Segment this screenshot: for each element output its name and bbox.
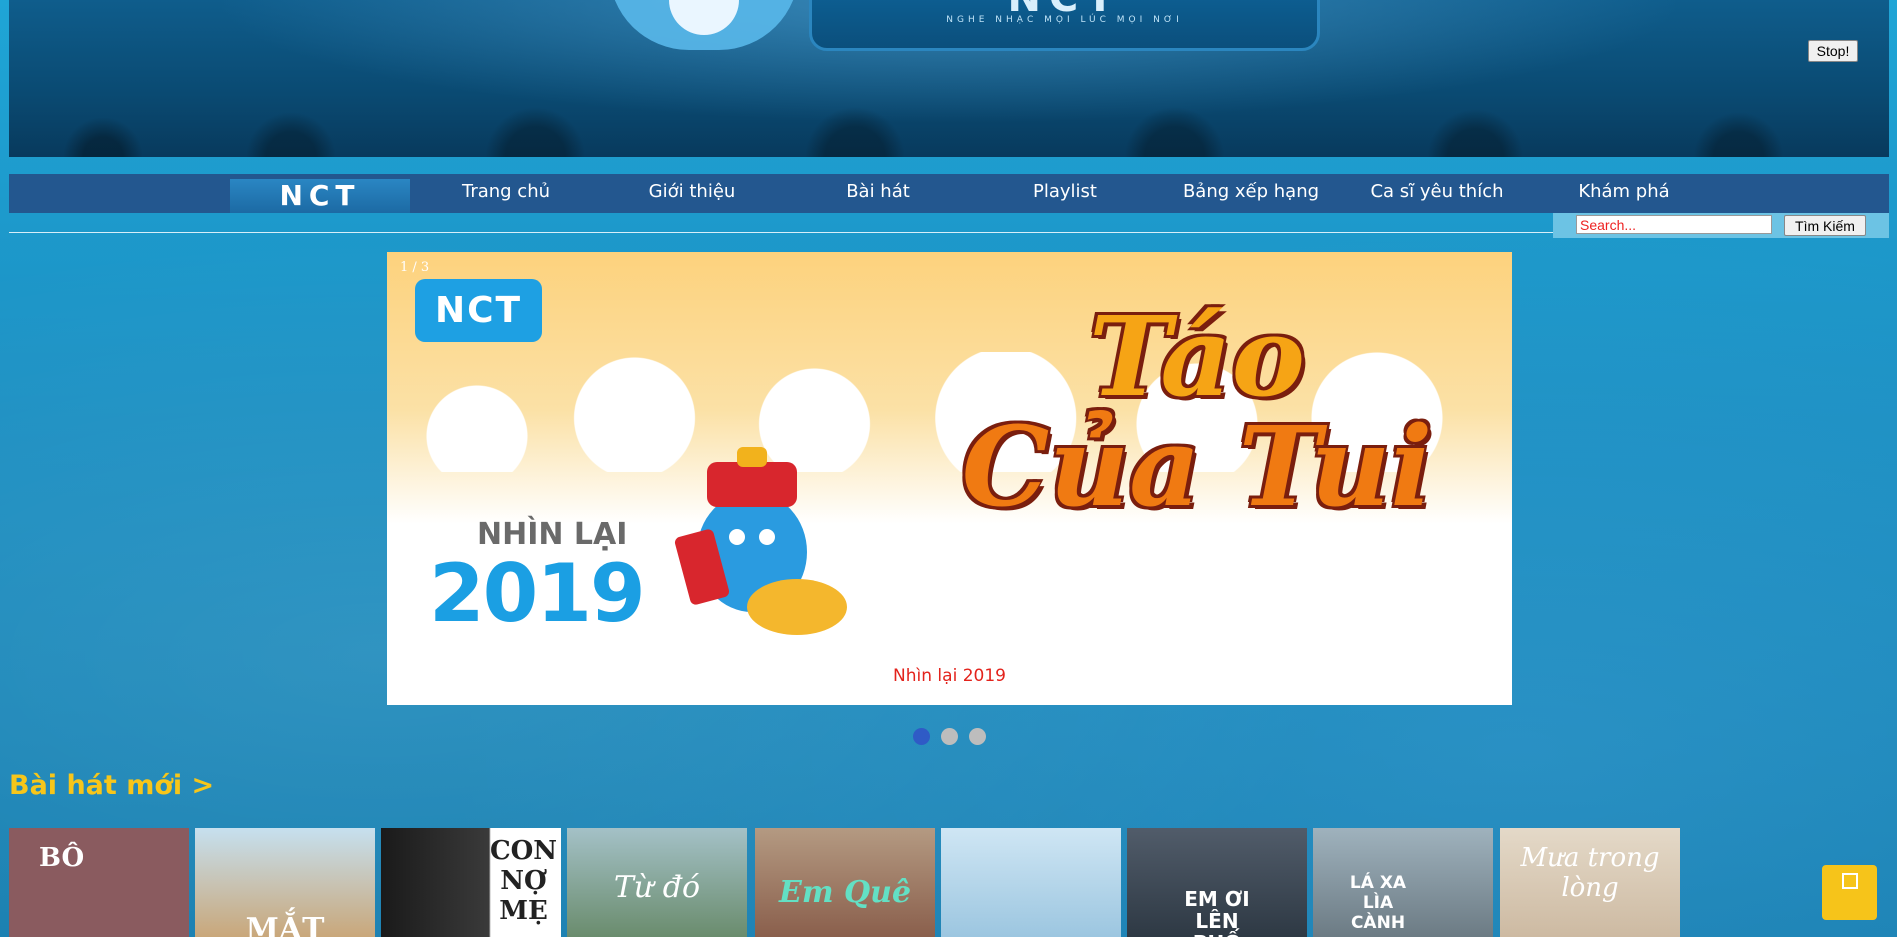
slide-title: Táo Của Tui xyxy=(917,302,1477,522)
slideshow[interactable]: 1 / 3 NCT NHÌN LẠI 2019 Táo Của Tui Nhìn… xyxy=(387,252,1512,705)
nav-item-charts[interactable]: Bảng xếp hạng xyxy=(1161,174,1341,213)
song-thumbnail[interactable]: EM ƠI LÊN PHỐ xyxy=(1127,828,1307,937)
song-thumbnail[interactable]: BÔ xyxy=(9,828,189,937)
chat-icon xyxy=(1842,873,1858,889)
song-thumbnail-text: Em Quê xyxy=(778,875,912,910)
new-songs-title[interactable]: Bài hát mới > xyxy=(9,770,214,801)
header-divider xyxy=(9,232,1554,233)
nav-item-about[interactable]: Giới thiệu xyxy=(602,174,782,213)
song-thumbnail-text: CON NỢ MẸ xyxy=(489,836,558,926)
nav-item-favorite-artists[interactable]: Ca sĩ yêu thích xyxy=(1347,174,1527,213)
song-thumbnail-text: MẮT xyxy=(245,912,325,937)
slide-dot-2[interactable] xyxy=(941,728,958,745)
stop-button[interactable]: Stop! xyxy=(1808,40,1858,62)
nav-item-songs[interactable]: Bài hát xyxy=(788,174,968,213)
song-thumbnail-text: BÔ xyxy=(39,843,85,873)
song-thumbnail[interactable]: Em Quê xyxy=(755,828,935,937)
slide-dot-1[interactable] xyxy=(913,728,930,745)
nav-item-home[interactable]: Trang chủ xyxy=(416,174,596,213)
slide-caption: Nhìn lại 2019 xyxy=(893,666,1006,686)
header-logo: NCT NGHE NHẠC MỌI LÚC MỌI NƠI xyxy=(809,0,1320,51)
song-thumbnail[interactable]: Từ đó xyxy=(567,828,747,937)
header-slogan: NGHE NHẠC MỌI LÚC MỌI NƠI xyxy=(946,15,1183,25)
song-thumbnail[interactable]: Mưa trong lòng xyxy=(1500,828,1680,937)
chat-button[interactable] xyxy=(1822,865,1877,920)
header-banner: NCT NGHE NHẠC MỌI LÚC MỌI NƠI xyxy=(9,0,1889,157)
slide-title-line2: Của Tui xyxy=(961,402,1433,531)
song-thumbnail-text: EM ƠI LÊN PHỐ xyxy=(1184,887,1250,937)
search-input[interactable] xyxy=(1576,215,1772,234)
song-thumbnail[interactable]: LÁ XA LÌA CÀNH xyxy=(1313,828,1493,937)
song-thumbnail-text: LÁ XA LÌA CÀNH xyxy=(1349,873,1407,933)
slide-logo: NCT xyxy=(415,279,542,342)
slide-dot-3[interactable] xyxy=(969,728,986,745)
slide-year: 2019 xyxy=(429,547,646,640)
nav-logo[interactable]: NCT xyxy=(230,179,410,213)
search-button[interactable]: Tìm Kiếm xyxy=(1784,215,1866,236)
song-thumbnail[interactable] xyxy=(941,828,1121,937)
song-thumbnail-text: Mưa trong lòng xyxy=(1520,843,1660,903)
slide-title-line1: Táo xyxy=(1089,292,1305,421)
song-thumbnail[interactable]: MẮT xyxy=(195,828,375,937)
song-thumbnail-text: Từ đó xyxy=(613,870,701,905)
nav-item-playlist[interactable]: Playlist xyxy=(975,174,1155,213)
nav-item-explore[interactable]: Khám phá xyxy=(1534,174,1714,213)
slide-counter: 1 / 3 xyxy=(400,260,430,275)
song-thumbnail[interactable]: CON NỢ MẸ xyxy=(381,828,561,937)
mascot-illustration xyxy=(674,447,847,635)
crowd-silhouette xyxy=(9,67,1889,157)
